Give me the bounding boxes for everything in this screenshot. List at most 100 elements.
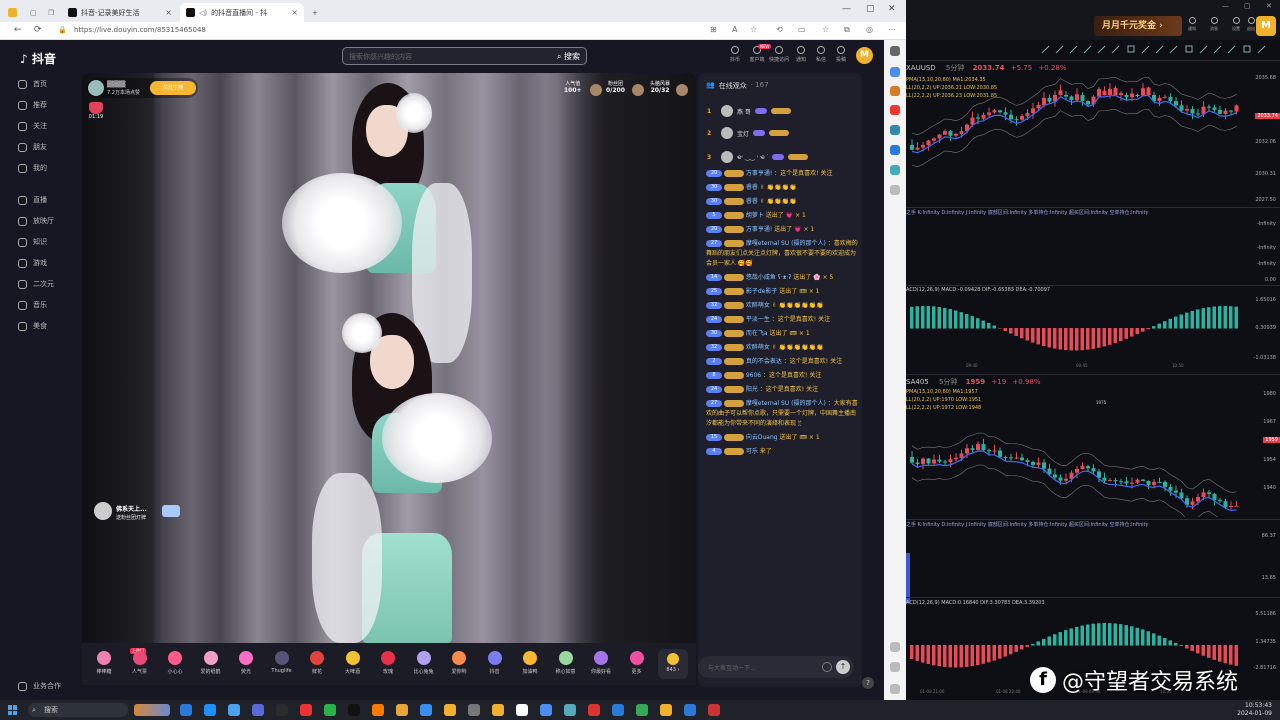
- gift-item[interactable]: 你最好看: [587, 651, 615, 675]
- top-user-2[interactable]: 2 宝灯: [707, 125, 857, 141]
- chart-pane-xauusd[interactable]: XAUUSD 5分钟 2033.74 +5.75 +0.28% PMA(13,1…: [906, 60, 1280, 372]
- chat-message[interactable]: 32 欢醉萌女 ✌ 👏👏👏👏👏👏: [706, 343, 858, 353]
- chat-username[interactable]: 摩嘎eternal SU (摄的那个人): [746, 400, 826, 407]
- chat-username[interactable]: 向云Duang: [746, 434, 778, 441]
- live-video[interactable]: [82, 73, 696, 643]
- taskbar-app-icon[interactable]: [660, 704, 672, 716]
- search-button[interactable]: ⌕ 搜索: [557, 51, 580, 62]
- chat-message[interactable]: 32 欢醉萌女 ✌ 👏👏👏👏👏👏: [706, 301, 858, 311]
- notification-button[interactable]: 通知: [1183, 17, 1201, 32]
- chat-username[interactable]: 悠哉小咸鱼 ʕ·ᴥ·ʔ: [746, 274, 792, 281]
- rank-badge[interactable]: 01:19: [86, 102, 106, 120]
- app-menu-icon[interactable]: [2, 3, 20, 22]
- maximize-icon[interactable]: ▢: [866, 4, 875, 14]
- chat-username[interactable]: 欢醉萌女: [746, 302, 770, 309]
- chat-message[interactable]: 24 阳光 ：这个是真喜欢! 关注: [706, 385, 858, 395]
- gift-item[interactable]: 抖音: [481, 651, 509, 675]
- minimize-icon[interactable]: —: [842, 4, 851, 14]
- search-icon[interactable]: [890, 46, 900, 56]
- favorite-star-icon[interactable]: ☆: [750, 25, 757, 34]
- taskbar-app-icon[interactable]: [444, 704, 456, 716]
- message-button[interactable]: 私信: [810, 46, 832, 63]
- nav-item-music[interactable]: 音乐: [18, 300, 47, 310]
- games-icon[interactable]: [890, 125, 900, 135]
- chat-username[interactable]: 9606: [746, 372, 761, 379]
- help-icon[interactable]: ?: [862, 677, 874, 689]
- nav-item-friends[interactable]: 朋友: [18, 142, 47, 152]
- chat-message[interactable]: 24 平淡一生 ：这个是真喜欢! 关注: [706, 315, 858, 325]
- new-tab-button[interactable]: +: [306, 3, 320, 22]
- stat-fanclub[interactable]: 粉丝团 0/200: [606, 80, 625, 94]
- chat-message[interactable]: 30 而在飞a 送出了 🎟 × 1: [706, 329, 858, 339]
- chat-message[interactable]: 14 悠哉小咸鱼 ʕ·ᴥ·ʔ 送出了 🌸 × 5: [706, 273, 858, 283]
- read-aloud-icon[interactable]: A: [732, 25, 737, 34]
- settings-icon[interactable]: [890, 684, 900, 694]
- stat-popularity[interactable]: 人气值 100+: [564, 80, 582, 94]
- taskbar-app-icon[interactable]: [276, 704, 288, 716]
- chat-username[interactable]: 平淡一生: [746, 316, 770, 323]
- nav-item-recommend[interactable]: 推荐: [18, 100, 47, 110]
- chat-message[interactable]: 2 真的不会表达 ：这个是真喜欢! 关注: [706, 357, 858, 367]
- split-screen-icon[interactable]: ▭: [798, 25, 806, 34]
- taskbar-app-icon[interactable]: [348, 704, 360, 716]
- taskbar-search[interactable]: ⌕ 搜索: [28, 703, 128, 717]
- gift-item[interactable]: 爱你哟: [445, 651, 473, 675]
- chart-pane-sa405[interactable]: SA405 5分钟 1959 +19 +0.98% PMA(13,10,20,6…: [906, 374, 1280, 700]
- follow-host-button[interactable]: 关注主播: [150, 81, 196, 95]
- taskbar-app-icon[interactable]: [420, 704, 432, 716]
- notification-button[interactable]: 通知: [790, 46, 812, 63]
- taskbar-app-icon[interactable]: [588, 704, 600, 716]
- taskbar-app-icon[interactable]: [684, 704, 696, 716]
- gift-item[interactable]: 小心心: [161, 651, 189, 675]
- favorites-icon[interactable]: ☆: [822, 25, 829, 34]
- taskbar-app-icon[interactable]: [228, 704, 240, 716]
- tab-actions-icon[interactable]: ❐: [42, 3, 56, 22]
- top-user-1[interactable]: 1 燕 哥: [707, 103, 857, 119]
- nav-item-games[interactable]: 游戏: [18, 258, 47, 268]
- minimize-icon[interactable]: —: [1222, 2, 1229, 10]
- taskbar-app-icon[interactable]: [252, 704, 264, 716]
- chat-message[interactable]: 8 9606 ：这个是真喜欢! 关注: [706, 371, 858, 381]
- url-field[interactable]: https://live.douyin.com/853154650​48: [74, 26, 206, 34]
- nav-item-follow[interactable]: 关注: [18, 121, 47, 131]
- chat-username[interactable]: 真的不会表达: [746, 358, 782, 365]
- gift-item[interactable]: 鲜花: [303, 651, 331, 675]
- chat-username[interactable]: 欢醉萌女: [746, 344, 770, 351]
- nav-item-anime[interactable]: 二次元: [18, 279, 54, 289]
- nav-item-cinema[interactable]: 放映厅: [18, 216, 54, 226]
- gift-item[interactable]: 爱的纸鹤: [197, 651, 225, 675]
- douyin-logo[interactable]: ♪ 抖音: [20, 50, 56, 67]
- send-icon[interactable]: ↑: [836, 660, 850, 674]
- taskbar-app-icon[interactable]: [636, 704, 648, 716]
- workspaces-icon[interactable]: ▢: [24, 3, 38, 22]
- chat-message[interactable]: 15 向云Duang 送出了 🎟 × 1: [706, 433, 858, 443]
- taskbar-app-icon[interactable]: [324, 704, 336, 716]
- tab-douyin-live[interactable]: ◁) 的抖音直播间 - 抖 ×: [180, 3, 304, 22]
- nav-item-knowledge[interactable]: 知识: [18, 237, 47, 247]
- sidebar-app-icon[interactable]: [890, 67, 900, 77]
- gift-item[interactable]: 玫瑰: [374, 651, 402, 675]
- chat-username[interactable]: 影子de影子: [746, 288, 778, 295]
- user-avatar[interactable]: M: [856, 47, 873, 64]
- taskbar-app-icon[interactable]: [492, 704, 504, 716]
- upload-button[interactable]: 投稿: [830, 46, 852, 63]
- taskbar-app-icon[interactable]: [540, 704, 552, 716]
- chat-message[interactable]: 30 睿睿 ✌ 👏👏👏👏: [706, 197, 858, 207]
- gift-item[interactable]: 称心如意: [552, 651, 580, 675]
- split-icon[interactable]: [890, 642, 900, 652]
- gift-item[interactable]: 比心兔兔: [410, 651, 438, 675]
- gift-item[interactable]: 加油鸭: [516, 651, 544, 675]
- taskbar-app-icon[interactable]: [516, 704, 528, 716]
- top-user-3[interactable]: 3 ҽ˓ ‿‿ ˓ ҽ ᐝ: [707, 149, 857, 165]
- system-clock[interactable]: 10:53:43 2024-01-09: [1237, 702, 1272, 718]
- audience-header[interactable]: 👥 在线观众 · 167: [706, 81, 769, 91]
- recharge-button[interactable]: 843 ›: [658, 649, 688, 679]
- chat-username[interactable]: 摩嘎eternal SU (摄的那个人): [746, 240, 826, 247]
- shopping-icon[interactable]: [890, 86, 900, 96]
- chat-message[interactable]: 5 胡萝卜 送出了 💗 × 1: [706, 211, 858, 221]
- nav-item-business[interactable]: 业务合作: [18, 681, 61, 691]
- gift-item[interactable]: 更多: [623, 651, 651, 675]
- chat-message[interactable]: 27 摩嘎eternal SU (摄的那个人) ：喜欢梅的舞蹈的朋友们点关注点灯…: [706, 239, 858, 269]
- gift-item[interactable]: 大啤酒: [339, 651, 367, 675]
- chat-username[interactable]: 睿睿: [746, 184, 758, 191]
